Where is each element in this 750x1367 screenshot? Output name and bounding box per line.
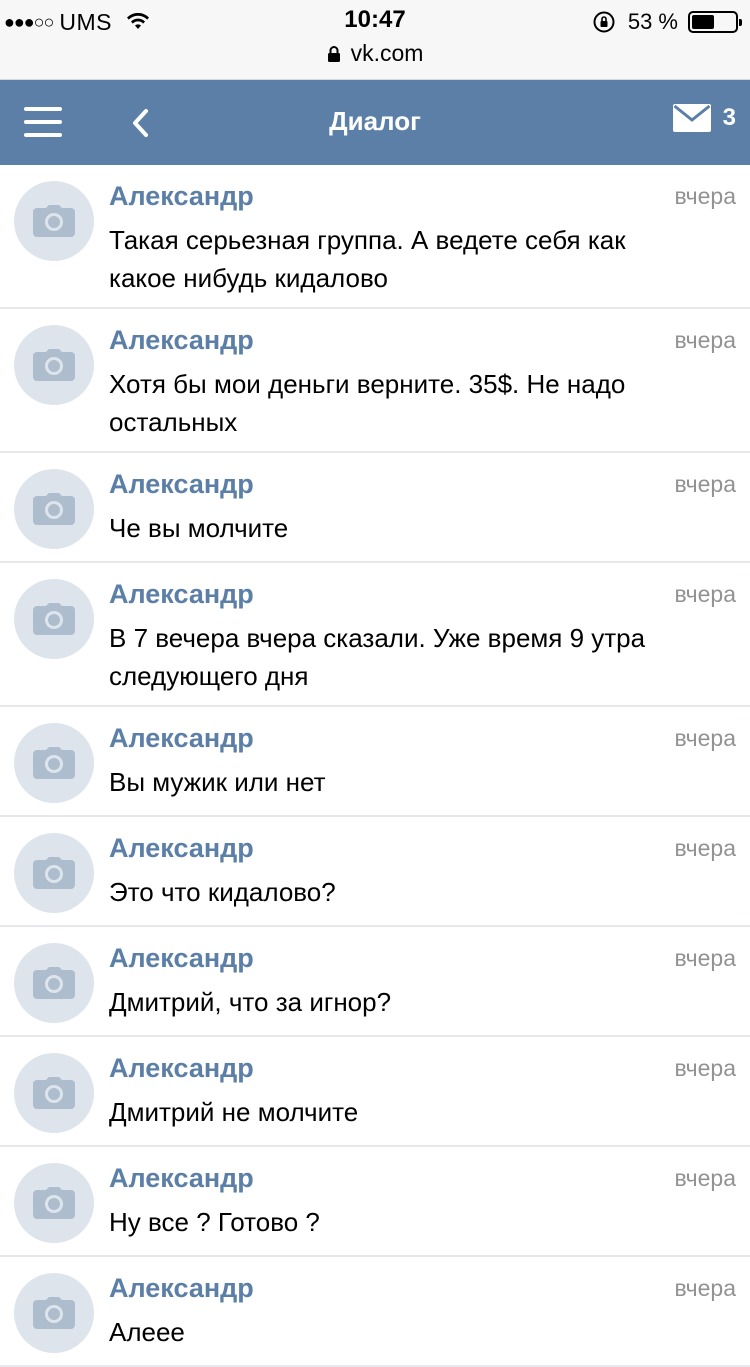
message-text: Алеее [109, 1317, 185, 1347]
status-right: 53 % [592, 8, 742, 36]
messages-button[interactable]: 3 [672, 104, 736, 132]
url-text: vk.com [350, 40, 424, 66]
message-row[interactable]: Александр вчера Это что кидалово? [0, 817, 750, 927]
page-title: Диалог [329, 106, 421, 136]
message-text: Такая серьезная группа. А ведете себя ка… [109, 225, 626, 293]
mail-icon [672, 104, 711, 132]
avatar[interactable] [14, 723, 94, 803]
status-bar: ●●●○○ UMS 10:47 53 % vk.com [0, 0, 750, 80]
message-row[interactable]: Александр вчера Дмитрий не молчите [0, 1037, 750, 1147]
message-text: Дмитрий, что за игнор? [109, 987, 392, 1017]
message-time: вчера [674, 581, 736, 607]
message-row[interactable]: Александр вчера Ну все ? Готово ? [0, 1147, 750, 1257]
message-row[interactable]: Александр вчера Хотя бы мои деньги верните… [0, 309, 750, 453]
message-row[interactable]: Александр вчера В 7 вечера вчера сказали. … [0, 563, 750, 707]
camera-icon [33, 1077, 75, 1109]
unread-count: 3 [722, 104, 736, 131]
message-text: Ну все ? Готово ? [109, 1207, 320, 1237]
message-text: Хотя бы мои деньги верните. 35$. Не надо… [109, 369, 626, 437]
battery-level [692, 15, 715, 29]
avatar[interactable] [14, 181, 94, 261]
rotation-lock-icon [593, 11, 615, 33]
lock-icon [327, 45, 340, 62]
message-text: В 7 вечера вчера сказали. Уже время 9 ут… [109, 623, 646, 691]
camera-icon [33, 1297, 75, 1329]
battery-icon [688, 11, 742, 33]
message-time: вчера [674, 835, 736, 861]
message-text: Дмитрий не молчите [109, 1097, 359, 1127]
sender-name[interactable]: Александр [109, 579, 254, 610]
avatar[interactable] [14, 943, 94, 1023]
sender-name[interactable]: Александр [109, 1163, 254, 1194]
avatar[interactable] [14, 469, 94, 549]
sender-name[interactable]: Александр [109, 943, 254, 974]
sender-name[interactable]: Александр [109, 325, 254, 356]
message-time: вчера [674, 1275, 736, 1301]
message-time: вчера [674, 471, 736, 497]
message-row[interactable]: Александр вчера Вы мужик или нет [0, 707, 750, 817]
camera-icon [33, 967, 75, 999]
message-row[interactable]: Александр вчера Дмитрий, что за игнор? [0, 927, 750, 1037]
sender-name[interactable]: Александр [109, 469, 254, 500]
camera-icon [33, 747, 75, 779]
nav-bar: Диалог 3 [0, 80, 750, 165]
avatar[interactable] [14, 833, 94, 913]
avatar[interactable] [14, 1273, 94, 1353]
address-bar[interactable]: vk.com [0, 40, 750, 67]
message-row[interactable]: Александр вчера Че вы молчите [0, 453, 750, 563]
message-time: вчера [674, 945, 736, 971]
sender-name[interactable]: Александр [109, 723, 254, 754]
message-time: вчера [674, 1055, 736, 1081]
message-row[interactable]: Александр вчера Алеее [0, 1257, 750, 1367]
message-row[interactable]: Александр вчера Такая серьезная группа. А … [0, 165, 750, 309]
camera-icon [33, 603, 75, 635]
message-text: Это что кидалово? [109, 877, 336, 907]
message-time: вчера [674, 183, 736, 209]
message-time: вчера [674, 725, 736, 751]
message-time: вчера [674, 1165, 736, 1191]
avatar[interactable] [14, 1053, 94, 1133]
message-text: Вы мужик или нет [109, 767, 326, 797]
message-time: вчера [674, 327, 736, 353]
sender-name[interactable]: Александр [109, 181, 254, 212]
camera-icon [33, 857, 75, 889]
camera-icon [33, 1187, 75, 1219]
avatar[interactable] [14, 1163, 94, 1243]
sender-name[interactable]: Александр [109, 1273, 254, 1304]
message-text: Че вы молчите [109, 513, 289, 543]
avatar[interactable] [14, 579, 94, 659]
sender-name[interactable]: Александр [109, 833, 254, 864]
camera-icon [33, 349, 75, 381]
sender-name[interactable]: Александр [109, 1053, 254, 1084]
dialog-list: Александр вчера Такая серьезная группа. А … [0, 165, 750, 1367]
battery-percent: 53 % [627, 9, 678, 34]
avatar[interactable] [14, 325, 94, 405]
camera-icon [33, 493, 75, 525]
camera-icon [33, 205, 75, 237]
